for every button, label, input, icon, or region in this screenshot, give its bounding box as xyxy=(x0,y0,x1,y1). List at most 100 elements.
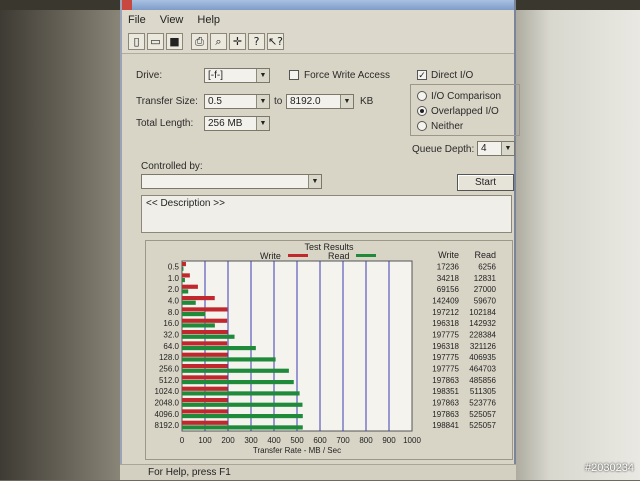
bar-read xyxy=(182,334,235,339)
y-tick-label: 64.0 xyxy=(163,342,179,351)
menu-help[interactable]: Help xyxy=(197,14,220,26)
print-preview-icon[interactable]: ⌕ xyxy=(210,33,227,50)
bar-read xyxy=(182,425,303,430)
bar-read xyxy=(182,323,215,328)
queue-depth-label: Queue Depth: xyxy=(412,144,475,155)
description-box[interactable]: << Description >> xyxy=(141,195,512,233)
open-icon[interactable]: ▭ xyxy=(147,33,164,50)
queue-depth-value: 4 xyxy=(481,143,487,154)
table-cell-write: 34218 xyxy=(437,274,460,283)
status-text: For Help, press F1 xyxy=(148,467,231,478)
bar-write xyxy=(182,398,228,403)
crosshair-icon[interactable]: ✛ xyxy=(229,33,246,50)
start-button[interactable]: Start xyxy=(457,174,514,191)
y-tick-label: 1.0 xyxy=(168,274,180,283)
y-tick-label: 4.0 xyxy=(168,297,180,306)
radio-neither[interactable] xyxy=(417,121,427,131)
table-cell-read: 59670 xyxy=(474,297,497,306)
y-tick-label: 16.0 xyxy=(163,319,179,328)
table-cell-read: 485856 xyxy=(469,376,496,385)
y-tick-label: 4096.0 xyxy=(155,410,180,419)
bar-write xyxy=(182,375,228,380)
table-cell-write: 197863 xyxy=(432,376,459,385)
y-tick-label: 512.0 xyxy=(159,376,180,385)
total-length-value: 256 MB xyxy=(208,118,243,129)
bar-read xyxy=(182,391,300,396)
bar-write xyxy=(182,330,228,335)
bar-read xyxy=(182,402,303,407)
test-results-panel: Test Results Write Read 0 100 200 300 400 500 600… xyxy=(145,240,513,460)
bar-read xyxy=(182,414,303,419)
whats-this-icon[interactable]: ↖? xyxy=(267,33,284,50)
to-label: to xyxy=(274,96,283,107)
table-cell-read: 464703 xyxy=(469,365,496,374)
transfer-to-select[interactable]: 8192.0 ▼ xyxy=(286,94,354,109)
legend-swatch xyxy=(288,254,308,257)
table-cell-read: 142932 xyxy=(469,319,496,328)
controlled-by-select[interactable]: ▼ xyxy=(141,174,322,189)
chevron-down-icon: ▼ xyxy=(340,95,353,108)
new-icon[interactable]: ▯ xyxy=(128,33,145,50)
menu-bar: File View Help xyxy=(122,10,514,30)
start-label: Start xyxy=(474,177,497,188)
table-cell-read: 102184 xyxy=(469,308,496,317)
x-tick-label: 0 xyxy=(180,436,185,445)
save-icon[interactable]: ■ xyxy=(166,33,183,50)
drive-value: [-f-] xyxy=(208,70,223,81)
direct-io-checkbox[interactable]: ✓ xyxy=(417,70,427,80)
close-icon[interactable] xyxy=(122,0,132,10)
menu-view[interactable]: View xyxy=(160,14,184,26)
table-cell-read: 228384 xyxy=(469,331,496,340)
bar-write xyxy=(182,409,228,414)
table-cell-write: 197863 xyxy=(432,410,459,419)
bar-write xyxy=(182,296,215,301)
watermark: #2030234 xyxy=(585,462,634,474)
table-cell-write: 198351 xyxy=(432,387,459,396)
bar-write xyxy=(182,284,198,289)
chevron-down-icon: ▼ xyxy=(308,175,321,188)
bar-write xyxy=(182,352,228,357)
monitor-bezel-right xyxy=(512,0,640,480)
total-length-select[interactable]: 256 MB ▼ xyxy=(204,116,270,131)
menu-file[interactable]: File xyxy=(128,14,146,26)
io-comparison-label: I/O Comparison xyxy=(431,91,502,102)
drive-label: Drive: xyxy=(136,70,163,81)
chevron-down-icon: ▼ xyxy=(501,142,514,155)
test-results-chart: Test ResultsWrite Read0 100 200 300 400 500 600… xyxy=(155,242,497,455)
queue-depth-select[interactable]: 4 ▼ xyxy=(477,141,515,156)
force-write-label: Force Write Access xyxy=(304,70,390,81)
transfer-from-select[interactable]: 0.5 ▼ xyxy=(204,94,270,109)
radio-io-comparison[interactable] xyxy=(417,91,427,101)
radio-overlapped-io[interactable] xyxy=(417,106,427,116)
bar-read xyxy=(182,278,185,283)
table-cell-read: 511305 xyxy=(470,387,497,396)
x-tick-label: 300 xyxy=(244,436,258,445)
bar-read xyxy=(182,300,196,305)
toolbar: ▯ ▭ ■ ⎙ ⌕ ✛ ? ↖? xyxy=(122,30,514,54)
total-length-label: Total Length: xyxy=(136,118,194,129)
table-cell-write: 196318 xyxy=(432,319,459,328)
table-cell-write: 198841 xyxy=(432,421,459,430)
table-cell-write: 69156 xyxy=(437,285,460,294)
y-tick-label: 128.0 xyxy=(159,353,180,362)
y-tick-label: 2048.0 xyxy=(155,399,180,408)
bar-write xyxy=(182,386,228,391)
help-icon[interactable]: ? xyxy=(248,33,265,50)
table-cell-read: 406935 xyxy=(469,353,496,362)
table-cell-write: 196318 xyxy=(432,342,459,351)
table-cell-write: 17236 xyxy=(437,263,460,272)
table-cell-read: 12831 xyxy=(474,274,497,283)
y-tick-label: 8192.0 xyxy=(155,421,180,430)
table-cell-write: 197863 xyxy=(432,399,459,408)
print-icon[interactable]: ⎙ xyxy=(191,33,208,50)
bar-write xyxy=(182,307,228,312)
force-write-checkbox[interactable] xyxy=(289,70,299,80)
transfer-from-value: 0.5 xyxy=(208,96,222,107)
y-tick-label: 0.5 xyxy=(168,263,180,272)
bar-write xyxy=(182,318,228,323)
legend-label: Write xyxy=(260,251,281,261)
drive-select[interactable]: [-f-] ▼ xyxy=(204,68,270,83)
table-header-read: Read xyxy=(474,250,496,260)
x-tick-label: 1000 xyxy=(403,436,421,445)
legend-label: Read xyxy=(328,251,350,261)
